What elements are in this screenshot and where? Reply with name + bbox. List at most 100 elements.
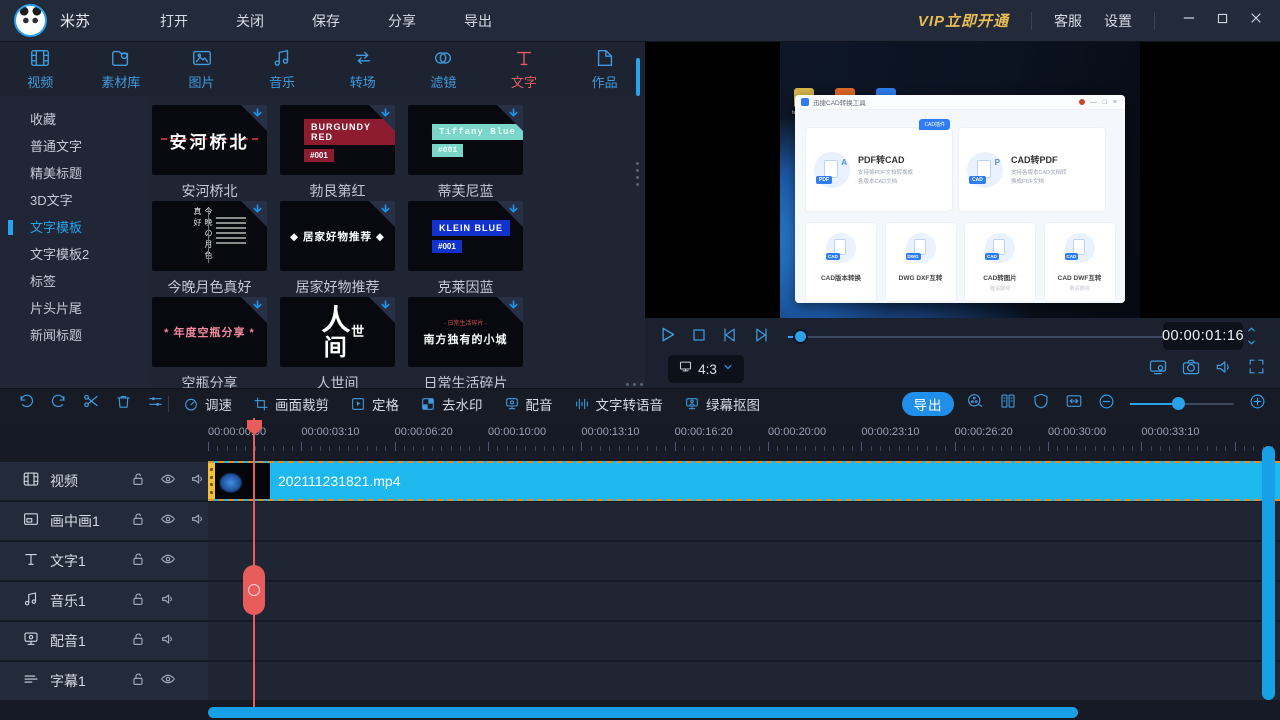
download-button[interactable] — [379, 203, 392, 221]
sidebar-item-3[interactable]: 3D文字 — [0, 187, 150, 214]
track-header-1[interactable]: 画中画1 — [0, 502, 208, 540]
spinner-up-icon[interactable] — [1246, 324, 1257, 335]
template-thumbnail[interactable]: Tiffany Blue#001 — [408, 105, 523, 175]
template-item[interactable]: - 日常生活碎片 -南方独有的小城日常生活碎片 — [408, 297, 523, 388]
track-header-3[interactable]: 音乐1 — [0, 582, 208, 620]
panel-divider-handle[interactable] — [636, 162, 639, 186]
download-button[interactable] — [507, 203, 520, 221]
template-thumbnail[interactable]: - 日常生活碎片 -南方独有的小城 — [408, 297, 523, 367]
seek-handle[interactable] — [793, 329, 808, 344]
zoom-slider-handle[interactable] — [1172, 397, 1185, 410]
playhead-handle[interactable] — [243, 565, 265, 615]
template-item[interactable]: 安河桥北安河桥北 — [152, 105, 267, 201]
redo-button[interactable] — [50, 393, 67, 415]
timeline-zoom-slider[interactable] — [1130, 403, 1234, 405]
download-button[interactable] — [251, 203, 264, 221]
download-button[interactable] — [379, 299, 392, 317]
track-lock-toggle[interactable] — [130, 631, 146, 652]
track-header-2[interactable]: 文字1 — [0, 542, 208, 580]
menu-item-1[interactable]: 关闭 — [236, 11, 264, 31]
track-eye-toggle[interactable] — [160, 471, 176, 492]
close-button[interactable] — [1248, 10, 1264, 31]
sidebar-item-7[interactable]: 片头片尾 — [0, 295, 150, 322]
export-button[interactable]: 导出 — [902, 392, 954, 416]
track-lock-toggle[interactable] — [130, 591, 146, 612]
track-speaker-toggle[interactable] — [160, 631, 176, 652]
settings-button[interactable]: 设置 — [1104, 11, 1132, 31]
track-settings-button[interactable] — [147, 393, 164, 415]
tab-film[interactable]: 视频 — [0, 42, 81, 96]
vertical-scrollbar[interactable] — [1262, 446, 1275, 700]
minimize-button[interactable] — [1181, 10, 1197, 31]
track-eye-toggle[interactable] — [160, 551, 176, 572]
support-button[interactable]: 客服 — [1054, 11, 1082, 31]
track-lock-toggle[interactable] — [130, 511, 146, 532]
fit-timeline-button[interactable] — [1065, 392, 1083, 415]
timecode-spinner[interactable] — [1246, 322, 1257, 350]
track-speaker-toggle[interactable] — [190, 511, 206, 532]
seek-slider[interactable] — [788, 336, 1200, 338]
template-thumbnail[interactable]: 安河桥北 — [152, 105, 267, 175]
tab-image[interactable]: 图片 — [161, 42, 242, 96]
template-thumbnail[interactable]: KLEIN BLUE#001 — [408, 201, 523, 271]
aspect-ratio-select[interactable]: 4:3 — [668, 355, 744, 383]
track-speaker-toggle[interactable] — [190, 471, 206, 492]
zoom-in-button[interactable] — [1249, 393, 1266, 415]
download-button[interactable] — [251, 107, 264, 125]
snapshot-button[interactable] — [1181, 357, 1201, 382]
fullscreen-button[interactable] — [1247, 357, 1266, 381]
grid-scrollbar[interactable] — [636, 58, 640, 96]
sidebar-item-4[interactable]: 文字模板 — [0, 214, 150, 241]
menu-item-3[interactable]: 分享 — [388, 11, 416, 31]
template-thumbnail[interactable]: 人世间 — [280, 297, 395, 367]
split-clip-button[interactable] — [82, 392, 100, 415]
tool-speed[interactable]: 调速 — [183, 394, 232, 414]
download-button[interactable] — [507, 107, 520, 125]
track-header-5[interactable]: 字幕1 — [0, 662, 208, 700]
tool-greenscreen[interactable]: 绿幕抠图 — [684, 394, 760, 414]
horizontal-scrollbar[interactable] — [208, 707, 1078, 718]
template-thumbnail[interactable]: 今晚の月色真好 — [152, 201, 267, 271]
sidebar-item-2[interactable]: 精美标题 — [0, 160, 150, 187]
menu-item-0[interactable]: 打开 — [160, 11, 188, 31]
menu-item-2[interactable]: 保存 — [312, 11, 340, 31]
sidebar-item-5[interactable]: 文字模板2 — [0, 241, 150, 268]
tab-ttext[interactable]: 文字 — [484, 42, 565, 96]
tool-micscreen[interactable]: 配音 — [504, 394, 553, 414]
template-item[interactable]: ◆ 居家好物推荐 ◆居家好物推荐 — [280, 201, 395, 297]
sidebar-item-8[interactable]: 新闻标题 — [0, 322, 150, 349]
track-lock-toggle[interactable] — [130, 671, 146, 692]
template-item[interactable]: Tiffany Blue#001蒂芙尼蓝 — [408, 105, 523, 201]
zoom-out-button[interactable] — [1098, 393, 1115, 415]
template-item[interactable]: 人世间人世间 — [280, 297, 395, 388]
tool-crop[interactable]: 画面裁剪 — [253, 394, 329, 414]
track-eye-toggle[interactable] — [160, 511, 176, 532]
tool-freeze[interactable]: 定格 — [350, 394, 399, 414]
track-eye-toggle[interactable] — [160, 671, 176, 692]
volume-button[interactable] — [1214, 357, 1234, 382]
undo-button[interactable] — [18, 393, 35, 415]
track-lock-toggle[interactable] — [130, 471, 146, 492]
tool-tts[interactable]: 文字转语音 — [574, 394, 664, 414]
tab-filter[interactable]: 滤镜 — [403, 42, 484, 96]
next-frame-button[interactable] — [751, 325, 771, 350]
stop-button[interactable] — [689, 325, 709, 350]
template-item[interactable]: BURGUNDY RED#001勃艮第红 — [280, 105, 395, 201]
tab-music[interactable]: 音乐 — [242, 42, 323, 96]
template-item[interactable]: * 年度空瓶分享 *空瓶分享 — [152, 297, 267, 388]
track-header-0[interactable]: 视频 — [0, 462, 208, 500]
tab-folder[interactable]: 素材库 — [81, 42, 162, 96]
maximize-button[interactable] — [1215, 11, 1230, 31]
menu-item-4[interactable]: 导出 — [464, 11, 492, 31]
sidebar-item-0[interactable]: 收藏 — [0, 106, 150, 133]
template-item[interactable]: 今晚の月色真好今晚月色真好 — [152, 201, 267, 297]
tool-watermark[interactable]: 去水印 — [420, 394, 483, 414]
compress-button[interactable] — [966, 392, 984, 415]
download-button[interactable] — [507, 299, 520, 317]
sidebar-item-1[interactable]: 普通文字 — [0, 133, 150, 160]
track-speaker-toggle[interactable] — [160, 591, 176, 612]
sidebar-item-6[interactable]: 标签 — [0, 268, 150, 295]
spinner-down-icon[interactable] — [1246, 337, 1257, 348]
template-thumbnail[interactable]: ◆ 居家好物推荐 ◆ — [280, 201, 395, 271]
vip-upgrade-button[interactable]: VIP立即开通 — [918, 10, 1009, 31]
